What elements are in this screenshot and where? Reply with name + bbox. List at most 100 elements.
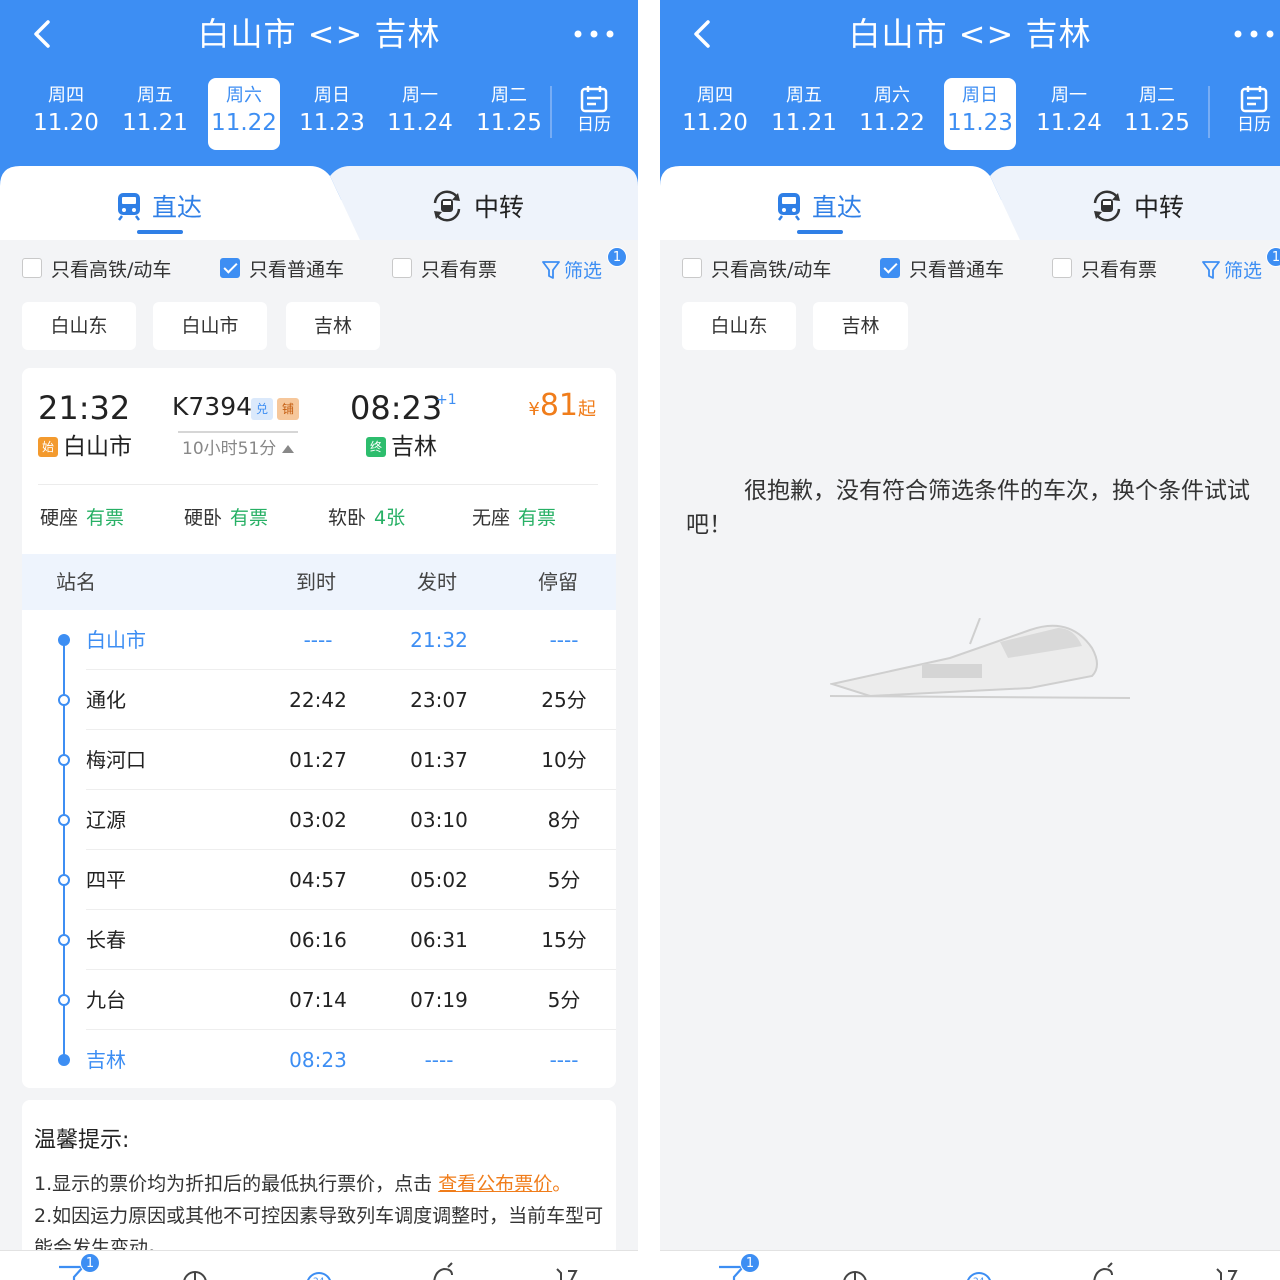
filter-has-ticket-checkbox[interactable]: 只看有票	[1052, 256, 1157, 281]
station-chip[interactable]: 吉林	[286, 302, 380, 350]
seat-name: 硬座	[40, 507, 79, 529]
date-label: 11.21	[771, 110, 837, 136]
weekday-label: 周四	[48, 85, 84, 106]
date-item-selected[interactable]: 周日 11.23	[944, 78, 1016, 150]
next-day-marker: +1	[436, 392, 457, 408]
train-card[interactable]: 21:32 始白山市 K7394 兑 铺 10小时51分 08:23 +1 终吉…	[22, 368, 616, 1088]
transfer-icon	[433, 190, 461, 222]
divider	[550, 86, 552, 138]
weekday-label: 周四	[697, 85, 733, 106]
origin-tag: 始	[38, 437, 58, 457]
stop-arrival: 22:42	[289, 688, 347, 712]
calendar-button[interactable]: 日历	[566, 84, 622, 144]
clock-icon[interactable]	[840, 1261, 870, 1280]
filter-normal-train-checkbox[interactable]: 只看普通车	[220, 256, 345, 281]
filter-highspeed-checkbox[interactable]: 只看高铁/动车	[682, 256, 832, 281]
date-item[interactable]: 周五 11.21	[119, 78, 191, 150]
column-header: 停留	[538, 570, 578, 594]
left-screen: 白山市 <> 吉林 周四 11.20 周五 11.21 周六 11.22 周日 11.2…	[0, 0, 638, 1280]
date-item[interactable]: 周四 11.20	[30, 78, 102, 150]
sort-icon[interactable]	[552, 1261, 582, 1280]
filter-count-badge: 1	[1266, 247, 1280, 267]
date-item[interactable]: 周一 11.24	[384, 78, 456, 150]
date-item[interactable]: 周四 11.20	[679, 78, 751, 150]
checkbox-label: 只看高铁/动车	[711, 258, 832, 281]
tab-transfer[interactable]: 中转	[1090, 186, 1184, 226]
stop-arrival: 07:14	[289, 988, 347, 1012]
page-title: 白山市 <> 吉林	[848, 15, 1092, 53]
24h-icon[interactable]: 24	[304, 1261, 334, 1280]
tab-label: 直达	[812, 193, 863, 222]
seat-name: 软卧	[328, 507, 367, 529]
tab-direct[interactable]: 直达	[116, 186, 202, 226]
seat-availability: 有票	[230, 507, 269, 529]
alarm-bell-icon[interactable]	[428, 1261, 458, 1280]
date-label: 11.25	[1124, 110, 1190, 136]
seat-availability: 有票	[86, 507, 125, 529]
checkbox-label: 只看普通车	[249, 258, 345, 281]
stop-arrival: ----	[303, 628, 333, 652]
checkbox-box	[1052, 258, 1072, 278]
screen-filter-button[interactable]: 筛选	[542, 256, 602, 283]
station-chip[interactable]: 白山东	[682, 302, 796, 350]
column-header: 站名	[56, 570, 96, 594]
terminal-tag: 终	[366, 437, 386, 457]
filter-count-badge: 1	[607, 247, 627, 267]
exchange-badge: 兑	[251, 398, 273, 420]
date-item[interactable]: 周二 11.25	[1121, 78, 1193, 150]
filter-has-ticket-checkbox[interactable]: 只看有票	[392, 256, 497, 281]
sort-icon[interactable]	[1212, 1261, 1242, 1280]
stop-dot	[58, 1054, 70, 1066]
stop-arrival: 03:02	[289, 808, 347, 832]
seat-no-seat: 无座 有票	[472, 504, 556, 532]
station-chip[interactable]: 白山市	[153, 302, 267, 350]
stop-dot	[58, 754, 70, 766]
tips-title: 温馨提示:	[34, 1128, 130, 1153]
more-dots-icon[interactable]	[572, 18, 616, 50]
screen-filter-label: 筛选	[1224, 260, 1263, 282]
filter-highspeed-checkbox[interactable]: 只看高铁/动车	[22, 256, 171, 281]
tips-text: 1.显示的票价均为折扣后的最低执行票价，点击	[34, 1173, 433, 1195]
stop-row: 通化 22:42 23:07 25分	[22, 670, 616, 730]
stop-row: 长春 06:16 06:31 15分	[22, 910, 616, 970]
checkbox-box	[682, 258, 702, 278]
stop-name: 吉林	[86, 1048, 126, 1072]
clock-icon[interactable]	[180, 1261, 210, 1280]
date-item[interactable]: 周日 11.23	[296, 78, 368, 150]
price-value: 81	[539, 388, 578, 423]
filter-row: 只看高铁/动车 只看普通车 只看有票 筛选 1	[660, 246, 1280, 288]
date-item[interactable]: 周六 11.22	[856, 78, 928, 150]
more-dots-icon[interactable]	[1232, 18, 1276, 50]
station-chip[interactable]: 吉林	[813, 302, 908, 350]
tab-transfer[interactable]: 中转	[430, 186, 524, 226]
date-label: 11.20	[682, 110, 748, 136]
tab-bar: 直达 中转	[0, 166, 638, 240]
tab-direct[interactable]: 直达	[776, 186, 862, 226]
tab-background	[660, 166, 1280, 240]
stop-row: 九台 07:14 07:19 5分	[22, 970, 616, 1030]
date-item[interactable]: 周一 11.24	[1033, 78, 1105, 150]
calendar-button[interactable]: 日历	[1226, 84, 1280, 144]
alarm-bell-icon[interactable]	[1088, 1261, 1118, 1280]
date-item[interactable]: 周五 11.21	[768, 78, 840, 150]
stop-row: 吉林 08:23 ---- ----	[22, 1030, 616, 1088]
filter-funnel-icon	[1202, 260, 1220, 279]
duration[interactable]: 10小时51分	[182, 436, 295, 462]
station-chip[interactable]: 白山东	[22, 302, 136, 350]
bottom-toolbar: 1 24	[0, 1250, 638, 1280]
filter-normal-train-checkbox[interactable]: 只看普通车	[880, 256, 1004, 281]
transfer-icon	[1093, 190, 1121, 222]
stop-stay: 5分	[547, 868, 581, 892]
train-icon	[778, 193, 800, 221]
published-price-link[interactable]: 查看公布票价	[438, 1173, 552, 1195]
checkbox-box	[392, 258, 412, 278]
screen-filter-button[interactable]: 筛选	[1202, 256, 1262, 283]
date-item[interactable]: 周二 11.25	[473, 78, 545, 150]
train-icon	[118, 193, 140, 221]
24h-icon[interactable]: 24	[964, 1261, 994, 1280]
stop-dot	[58, 694, 70, 706]
stop-departure: ----	[424, 1048, 454, 1072]
tab-label: 中转	[474, 193, 525, 222]
stop-departure: 21:32	[410, 628, 468, 652]
date-item-selected[interactable]: 周六 11.22	[208, 78, 280, 150]
